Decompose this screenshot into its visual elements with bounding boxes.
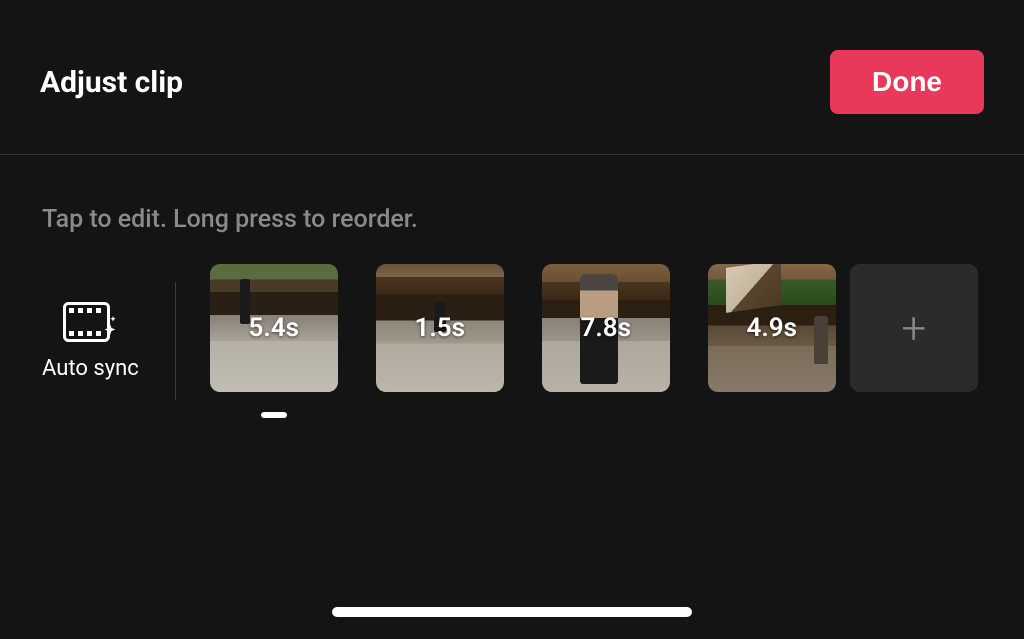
film-sparkle-icon — [63, 302, 117, 342]
clip-item[interactable]: 7.8s — [542, 264, 670, 392]
clip-thumbnail: 4.9s — [708, 264, 836, 392]
clip-duration: 5.4s — [249, 313, 299, 343]
clip-duration: 4.9s — [747, 313, 797, 343]
clip-item[interactable]: 5.4s — [210, 264, 338, 418]
add-clip-button[interactable]: + — [850, 264, 978, 392]
plus-icon: + — [901, 302, 926, 354]
autosync-button[interactable]: Auto sync — [42, 302, 139, 381]
page-title: Adjust clip — [40, 65, 183, 100]
header: Adjust clip Done — [0, 0, 1024, 155]
clip-thumbnail: 5.4s — [210, 264, 338, 392]
clip-thumbnail: 1.5s — [376, 264, 504, 392]
home-indicator[interactable] — [332, 607, 692, 617]
clip-duration: 1.5s — [415, 313, 465, 343]
divider — [175, 282, 176, 400]
autosync-label: Auto sync — [42, 356, 139, 381]
selected-indicator — [261, 412, 287, 418]
clips-list: 5.4s 1.5s 7.8s 4.9s + — [210, 264, 978, 418]
clips-row: Auto sync 5.4s 1.5s 7.8s 4.9s + — [0, 264, 1024, 418]
clip-thumbnail: 7.8s — [542, 264, 670, 392]
clip-duration: 7.8s — [581, 313, 631, 343]
clip-item[interactable]: 1.5s — [376, 264, 504, 392]
clip-item[interactable]: 4.9s — [708, 264, 836, 392]
done-button[interactable]: Done — [830, 50, 984, 114]
instruction-text: Tap to edit. Long press to reorder. — [0, 155, 1024, 264]
